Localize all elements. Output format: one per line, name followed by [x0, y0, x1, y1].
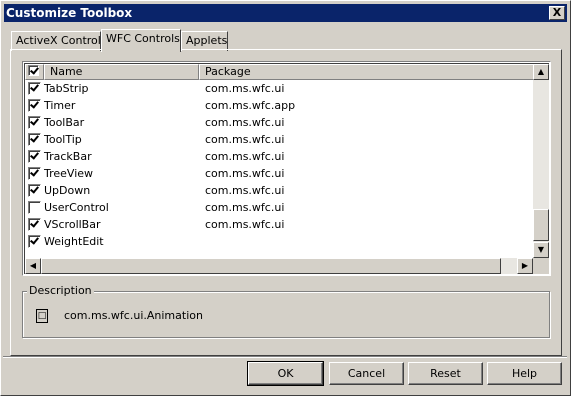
- row-name: TreeView: [44, 167, 94, 180]
- row-name: Timer: [44, 99, 76, 112]
- row-name: UserControl: [44, 201, 109, 214]
- row-name: TabStrip: [44, 82, 89, 95]
- row-checkbox[interactable]: [28, 218, 41, 231]
- ok-button[interactable]: OK: [247, 361, 324, 386]
- header-package-column[interactable]: Package: [199, 64, 535, 80]
- header-name-column[interactable]: Name: [44, 64, 199, 80]
- list-item[interactable]: UserControl com.ms.wfc.ui: [25, 199, 535, 216]
- scroll-left-icon[interactable]: ◀: [25, 258, 41, 274]
- help-button[interactable]: Help: [487, 362, 562, 385]
- list-item[interactable]: ToolBar com.ms.wfc.ui: [25, 114, 535, 131]
- row-checkbox[interactable]: [28, 150, 41, 163]
- scroll-up-icon[interactable]: ▲: [533, 64, 549, 80]
- row-checkbox[interactable]: [28, 116, 41, 129]
- tab-label: WFC Controls: [106, 32, 180, 45]
- row-package: com.ms.wfc.ui: [205, 82, 285, 95]
- row-name: TrackBar: [44, 150, 92, 163]
- row-package: com.ms.wfc.ui: [205, 167, 285, 180]
- vertical-scrollbar[interactable]: ▲ ▼: [533, 64, 549, 258]
- list-item[interactable]: Timer com.ms.wfc.app: [25, 97, 535, 114]
- tab-activex-controls[interactable]: ActiveX Controls: [11, 31, 107, 51]
- list-item[interactable]: TrackBar com.ms.wfc.ui: [25, 148, 535, 165]
- list-item[interactable]: VScrollBar com.ms.wfc.ui: [25, 216, 535, 233]
- tab-label: Applets: [186, 34, 228, 47]
- help-label: Help: [511, 367, 538, 380]
- row-name: WeightEdit: [44, 235, 104, 248]
- title-bar[interactable]: Customize Toolbox X: [4, 4, 567, 22]
- controls-list[interactable]: Name Package TabStrip com.ms.wfc.ui Time…: [22, 61, 551, 276]
- list-item[interactable]: ToolTip com.ms.wfc.ui: [25, 131, 535, 148]
- reset-label: Reset: [430, 367, 461, 380]
- row-checkbox[interactable]: [28, 99, 41, 112]
- row-package: com.ms.wfc.ui: [205, 116, 285, 129]
- scroll-down-icon[interactable]: ▼: [533, 242, 549, 258]
- header-name-label: Name: [50, 65, 83, 78]
- row-checkbox[interactable]: [28, 201, 41, 214]
- cancel-label: Cancel: [347, 367, 386, 380]
- row-checkbox[interactable]: [28, 133, 41, 146]
- row-package: com.ms.wfc.ui: [205, 150, 285, 163]
- row-name: UpDown: [44, 184, 91, 197]
- reset-button[interactable]: Reset: [408, 362, 483, 385]
- tab-label: ActiveX Controls: [16, 34, 107, 47]
- close-icon: X: [552, 6, 562, 19]
- vertical-scroll-thumb[interactable]: [533, 209, 549, 241]
- window-title: Customize Toolbox: [6, 6, 133, 20]
- row-checkbox[interactable]: [28, 82, 41, 95]
- header-package-label: Package: [205, 65, 251, 78]
- horizontal-scrollbar[interactable]: ◀ ▶: [25, 258, 533, 274]
- separator-highlight: [3, 357, 567, 358]
- list-item[interactable]: TreeView com.ms.wfc.ui: [25, 165, 535, 182]
- row-checkbox[interactable]: [28, 184, 41, 197]
- row-package: com.ms.wfc.ui: [205, 184, 285, 197]
- row-package: com.ms.wfc.app: [205, 99, 296, 112]
- cancel-button[interactable]: Cancel: [329, 362, 404, 385]
- description-text: com.ms.wfc.ui.Animation: [64, 309, 203, 322]
- row-name: ToolBar: [44, 116, 85, 129]
- header-check-column[interactable]: [25, 64, 44, 80]
- scroll-corner: [533, 258, 549, 274]
- row-package: com.ms.wfc.ui: [205, 218, 285, 231]
- close-button[interactable]: X: [549, 6, 565, 20]
- horizontal-scroll-thumb[interactable]: [41, 258, 501, 274]
- row-checkbox[interactable]: [28, 167, 41, 180]
- row-package: com.ms.wfc.ui: [205, 133, 285, 146]
- row-name: ToolTip: [44, 133, 82, 146]
- header-check-icon: [28, 65, 39, 76]
- ok-label: OK: [277, 367, 294, 380]
- tab-wfc-controls[interactable]: WFC Controls: [101, 29, 181, 52]
- list-item[interactable]: TabStrip com.ms.wfc.ui: [25, 80, 535, 97]
- scroll-right-icon[interactable]: ▶: [517, 258, 533, 274]
- component-icon: □: [36, 309, 48, 323]
- row-package: com.ms.wfc.ui: [205, 201, 285, 214]
- row-checkbox[interactable]: [28, 235, 41, 248]
- list-item[interactable]: UpDown com.ms.wfc.ui: [25, 182, 535, 199]
- list-item[interactable]: WeightEdit: [25, 233, 535, 250]
- tab-applets[interactable]: Applets: [181, 31, 228, 51]
- row-name: VScrollBar: [44, 218, 101, 231]
- description-label: Description: [27, 284, 94, 297]
